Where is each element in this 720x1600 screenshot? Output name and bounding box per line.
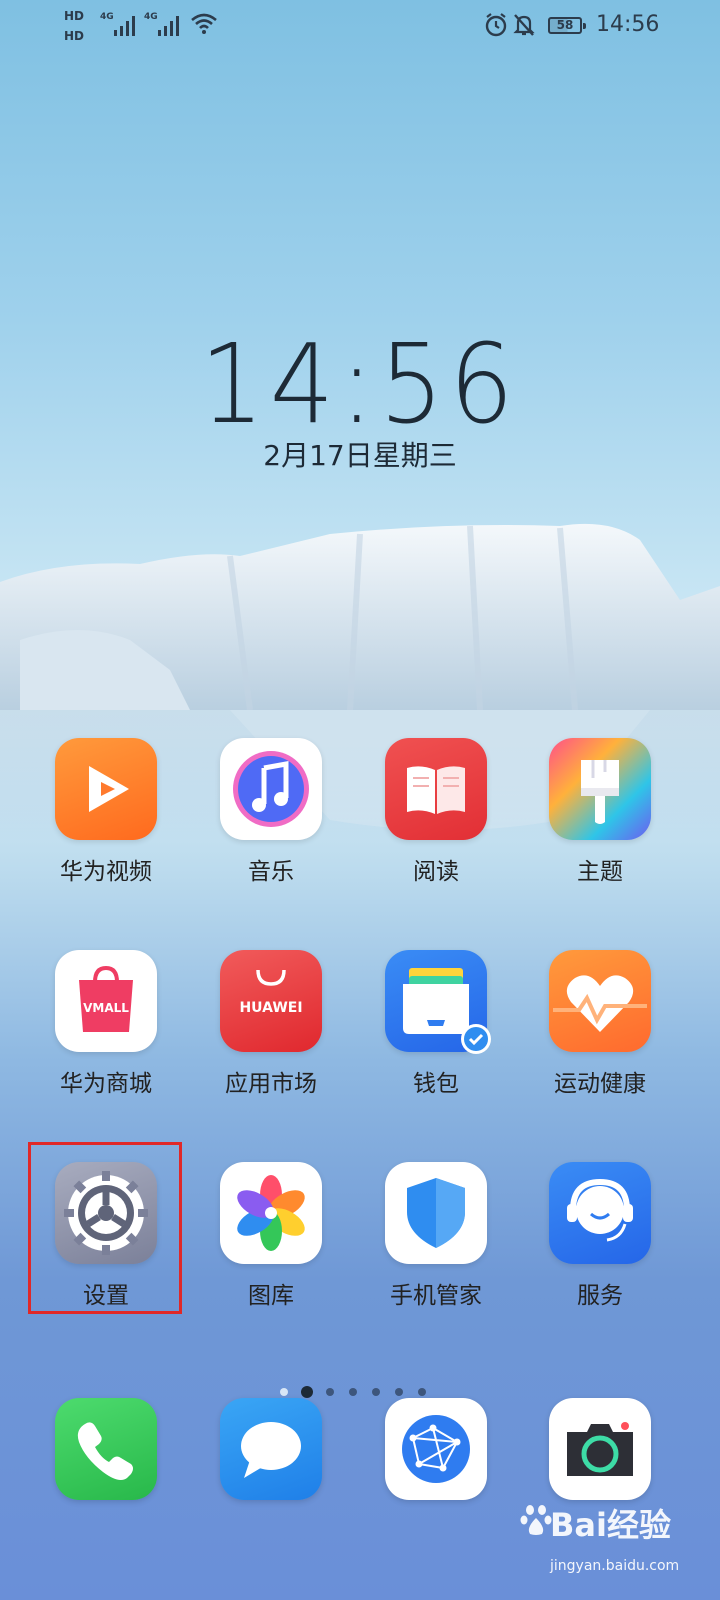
lockscreen-clock[interactable]: 14:56 — [0, 320, 720, 448]
dock-camera[interactable] — [535, 1398, 665, 1500]
app-reading[interactable]: 阅读 — [371, 738, 501, 886]
app-label: 华为商城 — [60, 1071, 152, 1097]
app-huawei-video[interactable]: 华为视频 — [41, 738, 171, 886]
app-label: 主题 — [577, 859, 623, 885]
battery-icon: 58 — [548, 17, 586, 34]
app-health[interactable]: 运动健康 — [535, 950, 665, 1098]
status-time: 14:56 — [596, 12, 660, 37]
hd2-label: HD — [64, 29, 85, 43]
app-label: 图库 — [248, 1283, 294, 1309]
sim1-net-label: 4G — [100, 12, 114, 22]
alarm-icon — [485, 13, 507, 37]
gallery-icon — [220, 1162, 322, 1264]
watermark-brand: Bai经验 — [550, 1506, 671, 1544]
wallet-icon — [385, 950, 491, 1054]
baidu-paw-icon — [520, 1505, 552, 1535]
app-themes[interactable]: 主题 — [535, 738, 665, 886]
app-music[interactable]: 音乐 — [206, 738, 336, 886]
page-dot — [349, 1388, 357, 1396]
phone-icon — [55, 1398, 157, 1500]
phone-manager-icon — [385, 1162, 487, 1264]
camera-icon — [549, 1398, 651, 1500]
status-bar: HD HD 4G 4G 58 14:56 — [0, 0, 720, 52]
app-label: 阅读 — [413, 859, 459, 885]
app-label: 运动健康 — [554, 1071, 646, 1097]
music-icon — [220, 738, 322, 840]
vmall-text: VMALL — [83, 1001, 129, 1015]
dock-phone[interactable] — [41, 1398, 171, 1500]
appgallery-icon: HUAWEI — [220, 950, 322, 1052]
app-label: 钱包 — [413, 1071, 459, 1097]
health-icon — [549, 950, 651, 1052]
wifi-icon — [191, 13, 217, 34]
page-dot-current — [301, 1386, 313, 1398]
verified-badge-icon — [461, 1024, 491, 1054]
watermark-url: jingyan.baidu.com — [550, 1558, 680, 1574]
app-wallet[interactable]: 钱包 — [371, 950, 501, 1098]
page-dot — [395, 1388, 403, 1396]
themes-icon — [549, 738, 651, 840]
service-icon — [549, 1162, 651, 1264]
mute-icon — [513, 14, 535, 36]
hd1-label: HD — [64, 9, 85, 23]
baidu-watermark: Bai经验 jingyan.baidu.com — [520, 1500, 700, 1590]
browser-icon — [385, 1398, 487, 1500]
vmall-icon: VMALL — [55, 950, 157, 1052]
messages-icon — [220, 1398, 322, 1500]
hd-icon: HD HD — [64, 6, 98, 48]
dock-messages[interactable] — [206, 1398, 336, 1500]
app-label: 手机管家 — [390, 1283, 482, 1309]
page-dot — [418, 1388, 426, 1396]
search-page-dot — [280, 1388, 288, 1396]
app-service[interactable]: 服务 — [535, 1162, 665, 1310]
sim2-net-label: 4G — [144, 12, 158, 22]
huawei-video-icon — [55, 738, 157, 840]
app-label: 应用市场 — [225, 1071, 317, 1097]
app-label: 服务 — [577, 1283, 623, 1309]
app-vmall[interactable]: VMALL 华为商城 — [41, 950, 171, 1098]
app-label: 华为视频 — [60, 859, 152, 885]
page-dot — [326, 1388, 334, 1396]
settings-highlight-box — [28, 1142, 182, 1314]
appgallery-text: HUAWEI — [239, 1000, 302, 1016]
page-dot — [372, 1388, 380, 1396]
app-gallery[interactable]: 图库 — [206, 1162, 336, 1310]
reading-icon — [385, 738, 487, 840]
app-label: 音乐 — [248, 859, 294, 885]
app-appgallery[interactable]: HUAWEI 应用市场 — [206, 950, 336, 1098]
clock-time: 14:56 — [200, 320, 520, 448]
dock-browser[interactable] — [371, 1398, 501, 1500]
app-phone-manager[interactable]: 手机管家 — [371, 1162, 501, 1310]
lockscreen-date: 2月17日星期三 — [263, 439, 457, 472]
